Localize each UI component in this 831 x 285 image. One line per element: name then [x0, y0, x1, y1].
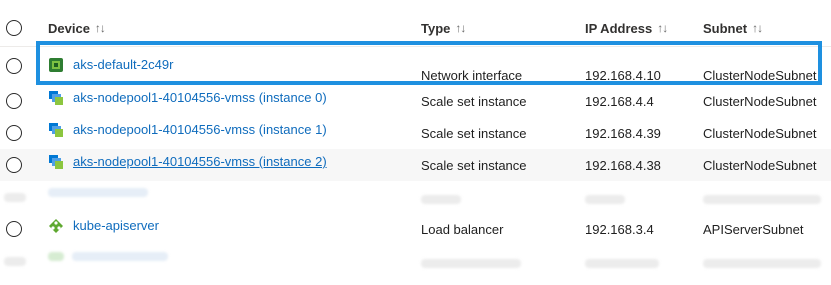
sort-arrows-icon[interactable]: ↑↓: [657, 21, 668, 35]
scale-set-icon: [48, 122, 64, 138]
subnet-cell: ClusterNodeSubnet: [703, 125, 817, 141]
redacted-placeholder: [585, 259, 659, 268]
subnet-cell: APIServerSubnet: [703, 221, 804, 237]
redacted-placeholder: [48, 252, 64, 261]
row-select-radio[interactable]: [0, 85, 28, 117]
subnet-cell: ClusterNodeSubnet: [703, 68, 817, 83]
column-header-ip[interactable]: IP Address ↑↓: [585, 12, 668, 44]
sort-arrows-icon[interactable]: ↑↓: [95, 21, 106, 35]
column-header-type[interactable]: Type ↑↓: [421, 12, 466, 44]
select-all-radio[interactable]: [0, 12, 28, 44]
column-header-ip-label: IP Address: [585, 20, 653, 36]
column-header-subnet[interactable]: Subnet ↑↓: [703, 12, 763, 44]
ip-cell: 192.168.4.4: [585, 93, 654, 109]
column-header-device-label: Device: [48, 20, 90, 36]
subnet-cell: ClusterNodeSubnet: [703, 93, 817, 109]
sort-arrows-icon[interactable]: ↑↓: [752, 21, 763, 35]
device-link[interactable]: aks-nodepool1-40104556-vmss (instance 0): [73, 90, 327, 105]
device-link[interactable]: aks-nodepool1-40104556-vmss (instance 1): [73, 122, 327, 137]
ip-cell: 192.168.4.10: [585, 68, 661, 83]
load-balancer-icon: [48, 218, 64, 234]
redacted-row: [0, 245, 831, 277]
type-cell: Scale set instance: [421, 125, 527, 141]
scale-set-icon: [48, 154, 64, 170]
table-row[interactable]: aks-nodepool1-40104556-vmss (instance 0)…: [0, 85, 831, 117]
redacted-placeholder: [703, 259, 821, 268]
column-header-type-label: Type: [421, 20, 451, 36]
row-select-radio[interactable]: [0, 149, 28, 181]
redacted-placeholder: [72, 252, 168, 261]
redacted-placeholder: [4, 193, 26, 202]
ip-cell: 192.168.4.39: [585, 125, 661, 141]
ip-cell: 192.168.4.38: [585, 157, 661, 173]
ip-cell: 192.168.3.4: [585, 221, 654, 237]
network-interface-icon: [48, 57, 64, 73]
row-select-radio[interactable]: [0, 213, 28, 245]
device-link[interactable]: kube-apiserver: [73, 218, 159, 233]
device-link[interactable]: aks-nodepool1-40104556-vmss (instance 2): [73, 154, 327, 169]
redacted-placeholder: [585, 195, 625, 204]
scale-set-icon: [48, 90, 64, 106]
redacted-placeholder: [421, 259, 521, 268]
redacted-placeholder: [4, 257, 26, 266]
device-link[interactable]: aks-default-2c49r: [73, 57, 173, 72]
table-row[interactable]: aks-nodepool1-40104556-vmss (instance 2)…: [0, 149, 831, 181]
column-header-device[interactable]: Device ↑↓: [48, 12, 106, 44]
table-row[interactable]: kube-apiserver Load balancer 192.168.3.4…: [0, 213, 831, 245]
row-select-radio[interactable]: [0, 49, 28, 83]
table-row[interactable]: aks-default-2c49r Network interface 192.…: [0, 49, 831, 83]
type-cell: Load balancer: [421, 221, 504, 237]
redacted-placeholder: [421, 195, 461, 204]
redacted-placeholder: [48, 188, 148, 197]
header-divider: [0, 46, 831, 47]
type-cell: Scale set instance: [421, 93, 527, 109]
row-select-radio[interactable]: [0, 117, 28, 149]
column-header-subnet-label: Subnet: [703, 20, 748, 36]
sort-arrows-icon[interactable]: ↑↓: [455, 21, 466, 35]
redacted-row: [0, 181, 831, 213]
table-row[interactable]: aks-nodepool1-40104556-vmss (instance 1)…: [0, 117, 831, 149]
grid-header: Device ↑↓ Type ↑↓ IP Address ↑↓ Subnet ↑…: [0, 12, 831, 44]
subnet-cell: ClusterNodeSubnet: [703, 157, 817, 173]
type-cell: Network interface: [421, 68, 523, 83]
type-cell: Scale set instance: [421, 157, 527, 173]
redacted-placeholder: [703, 195, 821, 204]
